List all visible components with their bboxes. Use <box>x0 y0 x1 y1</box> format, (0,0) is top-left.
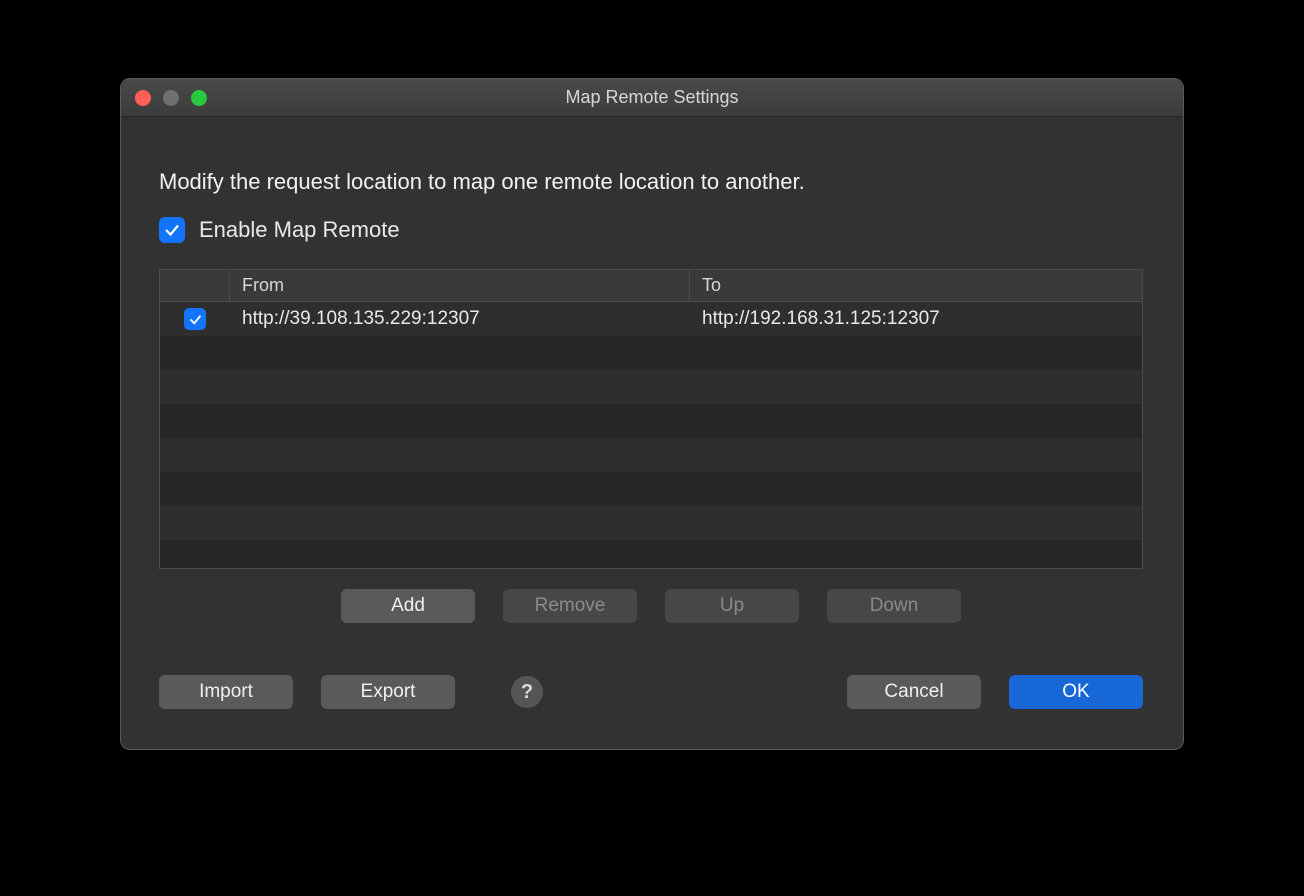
help-button[interactable]: ? <box>511 676 543 708</box>
cell-to: http://192.168.31.125:12307 <box>690 308 1142 330</box>
close-icon[interactable] <box>135 90 151 106</box>
content-area: Modify the request location to map one r… <box>121 117 1183 749</box>
row-enabled-checkbox[interactable] <box>184 308 206 330</box>
import-button[interactable]: Import <box>159 675 293 709</box>
minimize-icon[interactable] <box>163 90 179 106</box>
mappings-table: From To http://39.108.135.229:12307http:… <box>159 269 1143 569</box>
footer-left: Import Export ? <box>159 675 543 709</box>
down-button: Down <box>827 589 961 623</box>
table-body: http://39.108.135.229:12307http://192.16… <box>160 302 1142 569</box>
enable-map-remote-checkbox[interactable] <box>159 217 185 243</box>
ok-button[interactable]: OK <box>1009 675 1143 709</box>
titlebar: Map Remote Settings <box>121 79 1183 117</box>
row-action-buttons: Add Remove Up Down <box>159 589 1143 623</box>
table-row[interactable] <box>160 472 1142 506</box>
zoom-icon[interactable] <box>191 90 207 106</box>
table-row[interactable] <box>160 540 1142 569</box>
enable-map-remote-row: Enable Map Remote <box>159 217 1143 243</box>
header-enabled[interactable] <box>160 270 230 301</box>
check-icon <box>188 312 203 327</box>
table-row[interactable]: http://39.108.135.229:12307http://192.16… <box>160 302 1142 336</box>
table-row[interactable] <box>160 404 1142 438</box>
header-from[interactable]: From <box>230 270 690 301</box>
enable-map-remote-label: Enable Map Remote <box>199 217 400 243</box>
export-button[interactable]: Export <box>321 675 455 709</box>
map-remote-settings-window: Map Remote Settings Modify the request l… <box>120 78 1184 750</box>
footer: Import Export ? Cancel OK <box>159 675 1143 709</box>
cancel-button[interactable]: Cancel <box>847 675 981 709</box>
header-to[interactable]: To <box>690 270 1142 301</box>
description-text: Modify the request location to map one r… <box>159 169 1143 195</box>
check-icon <box>163 221 181 239</box>
table-row[interactable] <box>160 438 1142 472</box>
table-row[interactable] <box>160 506 1142 540</box>
window-title: Map Remote Settings <box>121 87 1183 108</box>
remove-button: Remove <box>503 589 637 623</box>
up-button: Up <box>665 589 799 623</box>
cell-from: http://39.108.135.229:12307 <box>230 308 690 330</box>
table-header: From To <box>160 270 1142 302</box>
table-row[interactable] <box>160 336 1142 370</box>
footer-right: Cancel OK <box>847 675 1143 709</box>
add-button[interactable]: Add <box>341 589 475 623</box>
window-controls <box>135 90 207 106</box>
table-row[interactable] <box>160 370 1142 404</box>
